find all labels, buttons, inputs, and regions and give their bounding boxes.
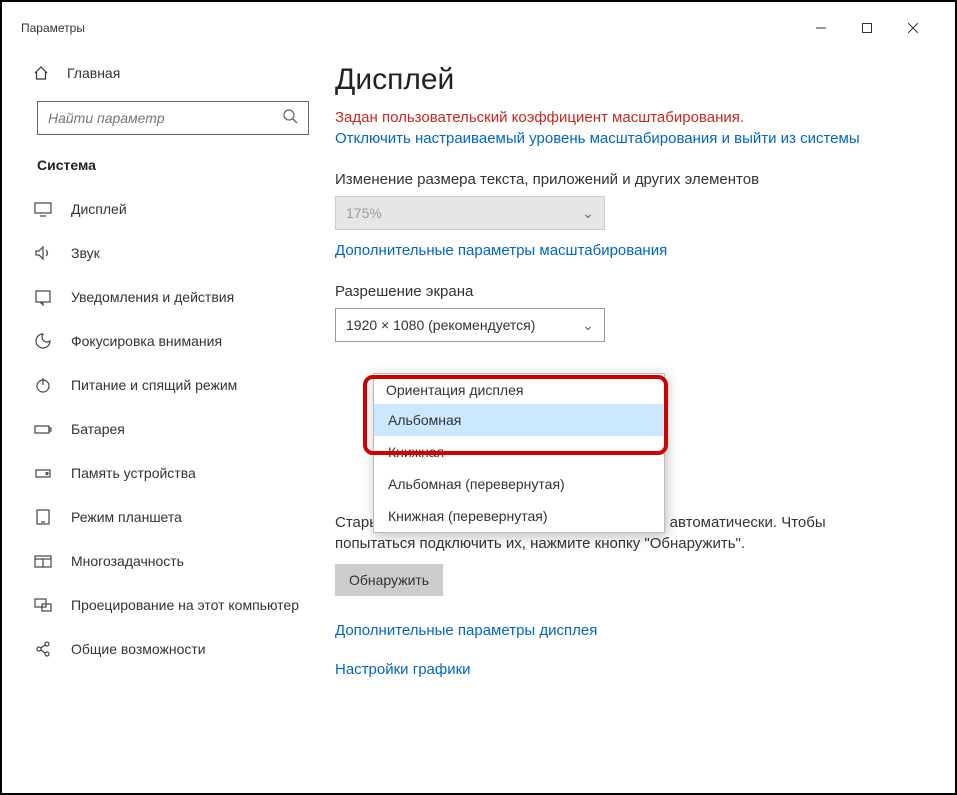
graphics-settings-link[interactable]: Настройки графики	[335, 659, 914, 680]
sidebar-item-project[interactable]: Проецирование на этот компьютер	[13, 583, 333, 627]
scale-value: 175%	[346, 205, 382, 221]
sound-icon	[33, 244, 53, 262]
sidebar-section-title: Система	[13, 147, 333, 187]
orientation-option-portrait-flipped[interactable]: Книжная (перевернутая)	[374, 500, 664, 532]
sidebar-item-label: Звук	[71, 245, 100, 261]
sidebar-item-tablet[interactable]: Режим планшета	[13, 495, 333, 539]
sidebar-item-label: Проецирование на этот компьютер	[71, 597, 299, 613]
notification-icon	[33, 288, 53, 306]
advanced-scaling-link[interactable]: Дополнительные параметры масштабирования	[335, 240, 914, 261]
project-icon	[33, 596, 53, 614]
sidebar-item-focus[interactable]: Фокусировка внимания	[13, 319, 333, 363]
sidebar-item-multitask[interactable]: Многозадачность	[13, 539, 333, 583]
chevron-down-icon: ⌄	[582, 205, 594, 222]
orientation-option-landscape-flipped[interactable]: Альбомная (перевернутая)	[374, 468, 664, 500]
sidebar-item-sound[interactable]: Звук	[13, 231, 333, 275]
sidebar-item-label: Общие возможности	[71, 641, 206, 657]
sidebar-home[interactable]: Главная	[13, 53, 333, 93]
sidebar-item-label: Питание и спящий режим	[71, 377, 237, 393]
search-field[interactable]	[48, 110, 282, 126]
battery-icon	[33, 420, 53, 438]
disable-scaling-link[interactable]: Отключить настраиваемый уровень масштаби…	[335, 128, 914, 149]
resolution-dropdown[interactable]: 1920 × 1080 (рекомендуется) ⌄	[335, 308, 605, 342]
home-icon	[33, 65, 49, 81]
scale-dropdown[interactable]: 175% ⌄	[335, 196, 605, 230]
orientation-dropdown-popup: Ориентация дисплея Альбомная Книжная Аль…	[373, 373, 665, 533]
search-icon	[282, 108, 298, 129]
minimize-button[interactable]	[798, 13, 844, 43]
sidebar-item-label: Фокусировка внимания	[71, 333, 222, 349]
sidebar-item-power[interactable]: Питание и спящий режим	[13, 363, 333, 407]
search-input[interactable]	[37, 101, 309, 135]
power-icon	[33, 376, 53, 394]
page-title: Дисплей	[335, 63, 914, 97]
display-icon	[33, 200, 53, 218]
maximize-button[interactable]	[844, 13, 890, 43]
sidebar-item-shared[interactable]: Общие возможности	[13, 627, 333, 671]
close-button[interactable]	[890, 13, 936, 43]
resolution-value: 1920 × 1080 (рекомендуется)	[346, 317, 535, 333]
chevron-down-icon: ⌄	[582, 317, 594, 334]
sidebar-item-label: Уведомления и действия	[71, 289, 234, 305]
advanced-display-link[interactable]: Дополнительные параметры дисплея	[335, 620, 914, 641]
detect-button[interactable]: Обнаружить	[335, 564, 443, 596]
sidebar: Главная Система Дисплей Звук Уведомления…	[13, 43, 333, 782]
scale-label: Изменение размера текста, приложений и д…	[335, 171, 914, 188]
titlebar: Параметры	[13, 13, 944, 43]
resolution-label: Разрешение экрана	[335, 283, 914, 300]
scaling-warning: Задан пользовательский коэффициент масшт…	[335, 107, 914, 128]
shared-icon	[33, 640, 53, 658]
sidebar-item-label: Память устройства	[71, 465, 196, 481]
sidebar-home-label: Главная	[67, 65, 120, 81]
sidebar-item-label: Дисплей	[71, 201, 127, 217]
orientation-option-landscape[interactable]: Альбомная	[374, 404, 664, 436]
tablet-icon	[33, 508, 53, 526]
sidebar-item-label: Режим планшета	[71, 509, 182, 525]
sidebar-item-label: Батарея	[71, 421, 125, 437]
sidebar-item-notifications[interactable]: Уведомления и действия	[13, 275, 333, 319]
sidebar-item-storage[interactable]: Память устройства	[13, 451, 333, 495]
sidebar-item-display[interactable]: Дисплей	[13, 187, 333, 231]
window-title: Параметры	[21, 21, 85, 35]
storage-icon	[33, 464, 53, 482]
multitask-icon	[33, 552, 53, 570]
sidebar-item-label: Многозадачность	[71, 553, 184, 569]
orientation-option-portrait[interactable]: Книжная	[374, 436, 664, 468]
sidebar-item-battery[interactable]: Батарея	[13, 407, 333, 451]
orientation-label: Ориентация дисплея	[374, 374, 664, 404]
focus-icon	[33, 332, 53, 350]
